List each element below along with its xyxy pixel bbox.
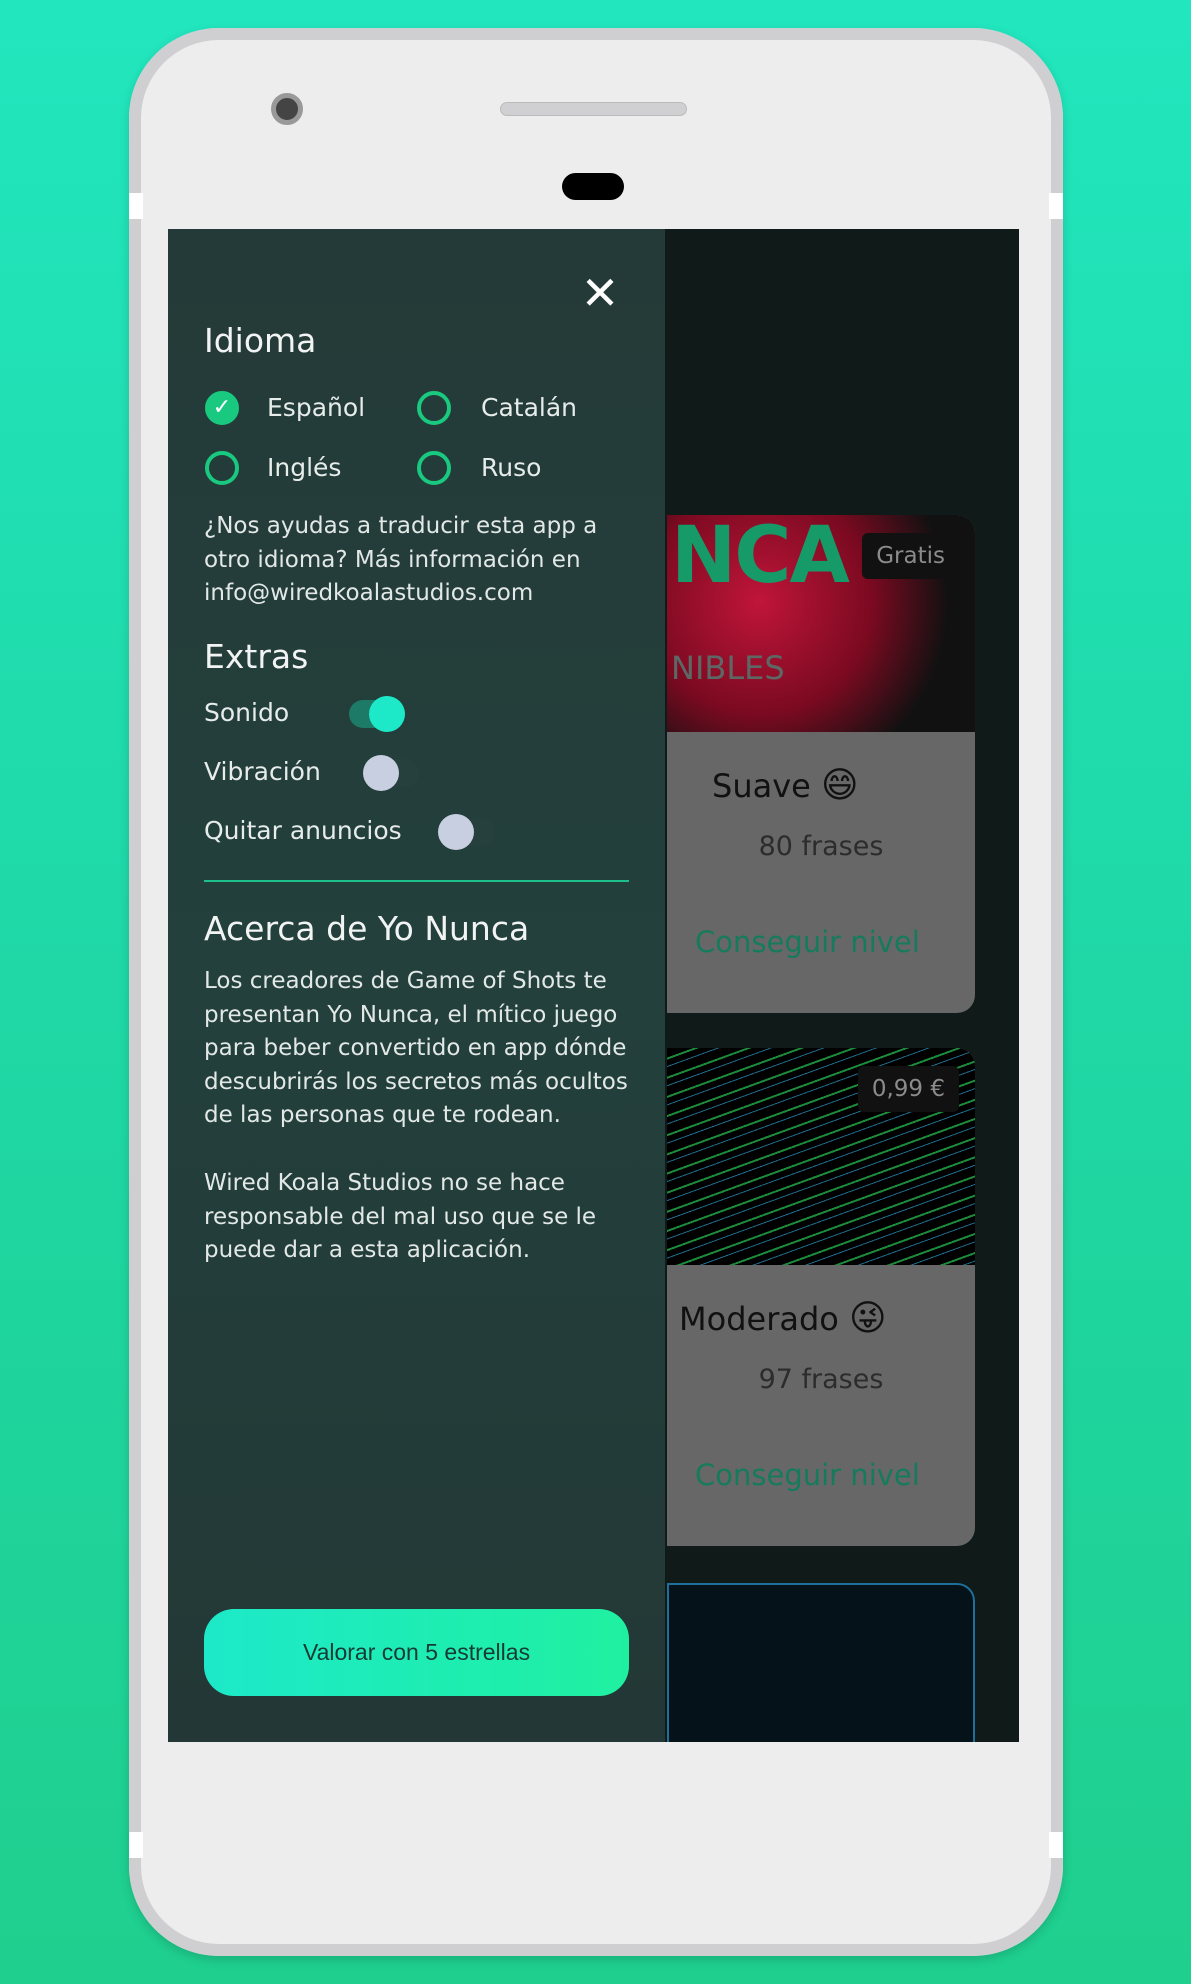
level-image: 0,99 € xyxy=(667,1048,975,1265)
winking-tongue-emoji-icon: 😜 xyxy=(849,1298,887,1339)
phone-side-button xyxy=(1049,193,1063,219)
radio-catalan[interactable] xyxy=(417,391,451,425)
toggle-knob[interactable] xyxy=(369,696,405,732)
grinning-emoji-icon: 😄 xyxy=(821,765,859,806)
phone-side-button xyxy=(1049,1832,1063,1858)
radio-ingles[interactable] xyxy=(205,451,239,485)
price-badge: 0,99 € xyxy=(857,1066,959,1112)
app-screen: Gratis Suave 😄 80 frases Conseguir nivel… xyxy=(168,229,1019,1742)
radio-espanol[interactable]: ✓ xyxy=(205,391,239,425)
get-level-button[interactable]: Conseguir nivel xyxy=(695,925,920,959)
section-subtitle: NIBLES xyxy=(671,649,785,687)
toggle-knob[interactable] xyxy=(438,814,474,850)
level-title: Suave xyxy=(712,767,811,805)
level-card-moderado[interactable]: 0,99 € Moderado 😜 97 frases Conseguir ni… xyxy=(667,1048,975,1546)
toggle-knob[interactable] xyxy=(363,755,399,791)
disclaimer-text: Wired Koala Studios no se hace responsab… xyxy=(204,1170,597,1263)
phrase-count: 80 frases xyxy=(758,831,884,862)
toggle-label: Quitar anuncios xyxy=(204,816,402,845)
price-badge: Gratis xyxy=(862,533,959,579)
level-card[interactable] xyxy=(667,1583,975,1742)
about-title: Acerca de Yo Nunca xyxy=(204,909,530,948)
camera-icon xyxy=(271,93,303,125)
get-level-button[interactable]: Conseguir nivel xyxy=(695,1458,920,1492)
toggle-label: Sonido xyxy=(204,698,290,727)
radio-label: Catalán xyxy=(481,393,578,422)
phone-side-button xyxy=(129,1832,143,1858)
close-icon[interactable]: ✕ xyxy=(580,270,620,316)
radio-label: Ruso xyxy=(481,453,542,482)
translation-help-text: ¿Nos ayudas a traducir esta app a otro i… xyxy=(204,513,598,606)
radio-ruso[interactable] xyxy=(417,451,451,485)
radio-label: Inglés xyxy=(267,453,342,482)
phone-side-button xyxy=(129,193,143,219)
toggle-label: Vibración xyxy=(204,757,321,786)
language-title: Idioma xyxy=(204,321,317,360)
level-title: Moderado xyxy=(679,1300,839,1338)
speaker-grille xyxy=(500,102,687,116)
extras-title: Extras xyxy=(204,637,309,676)
about-text: Los creadores de Game of Shots te presen… xyxy=(204,968,628,1128)
app-logo: NCA xyxy=(671,511,850,601)
settings-drawer: ✕ Idioma ✓ Español Catalán Inglés Ruso ¿… xyxy=(168,229,665,1742)
phrase-count: 97 frases xyxy=(758,1364,884,1395)
radio-label: Español xyxy=(267,393,366,422)
divider xyxy=(204,880,629,882)
rate-five-stars-button[interactable]: Valorar con 5 estrellas xyxy=(204,1609,629,1696)
sensor xyxy=(562,173,624,200)
